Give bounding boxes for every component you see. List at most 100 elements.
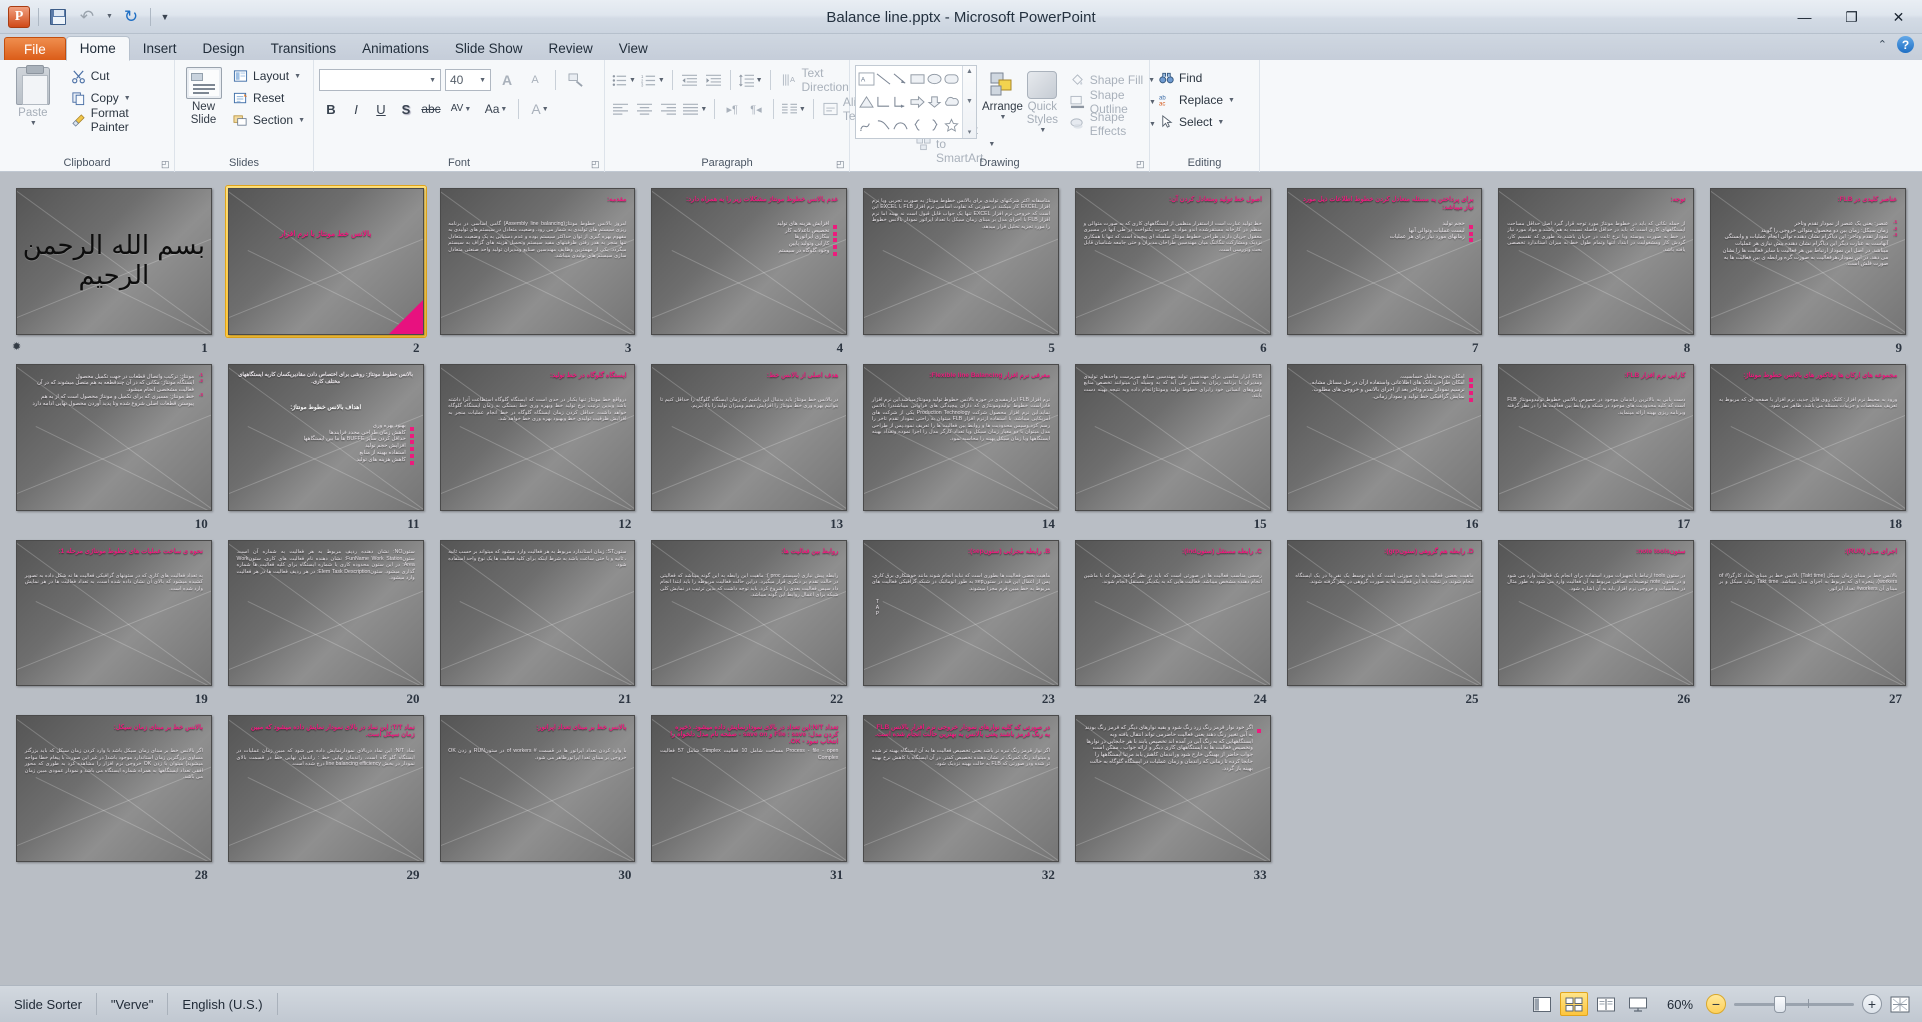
- tab-file[interactable]: File: [4, 37, 66, 61]
- character-spacing-button[interactable]: AV ▼: [444, 98, 478, 120]
- zoom-in-button[interactable]: +: [1862, 994, 1882, 1014]
- slide-preview[interactable]: بالانس خط مونتاژ با نرم افزار: [227, 188, 424, 335]
- shape-cloud-icon[interactable]: [943, 91, 960, 114]
- slide-thumbnail-frame[interactable]: عدم بالانس خطوط مونتاژ مشکلات زیر را به …: [649, 186, 849, 337]
- slide-thumbnail-frame[interactable]: بسم الله الرحمن الرحیم: [14, 186, 214, 337]
- tab-insert[interactable]: Insert: [130, 36, 190, 61]
- slide-preview[interactable]: هدف اصلی از بالانس خط: در بالانس خط مونتا…: [651, 363, 848, 511]
- find-button[interactable]: Find: [1155, 67, 1238, 89]
- slide-preview[interactable]: مجموعه های ارکان ها وفاکتور های بالانس خ…: [1710, 363, 1906, 511]
- slide-thumbnail-28[interactable]: بالانس خط بر مبنای زمان سیکل: اگر بالانس …: [8, 709, 220, 885]
- zoom-out-button[interactable]: −: [1706, 994, 1726, 1014]
- slide-thumbnail-frame[interactable]: بالانس خطوط مونتاژ: روشی برای اختصاص داد…: [226, 362, 426, 513]
- slide-preview[interactable]: توجه: از جمله نکاتی که باید در خطوط مونتا…: [1498, 188, 1695, 335]
- slide-thumbnail-24[interactable]: C. رابطه مستقل (ستونind): رسمی مناسب فعال…: [1067, 534, 1279, 710]
- slide-thumbnail-frame[interactable]: توجه: از جمله نکاتی که باید در خطوط مونتا…: [1496, 186, 1696, 337]
- slide-thumbnail-frame[interactable]: ستونNO: نشان دهنده ردیف مربوط به هر فعال…: [226, 538, 426, 689]
- slide-thumbnail-18[interactable]: مجموعه های ارکان ها وفاکتور های بالانس خ…: [1702, 358, 1914, 534]
- slide-preview[interactable]: اصول خط تولید ومتعادل کردن آن: خط تولید ع…: [1074, 188, 1271, 335]
- slide-thumbnail-32[interactable]: در صورتی که کلیه نوارهای نمودار خروجی نر…: [855, 709, 1067, 885]
- slide-thumbnail-frame[interactable]: ایستگاه گلوگاه در خط تولید: درواقع خط مون…: [438, 362, 638, 513]
- shape-star-icon[interactable]: [943, 113, 960, 136]
- slide-thumbnail-frame[interactable]: مجموعه های ارکان ها وفاکتور های بالانس خ…: [1708, 362, 1908, 513]
- text-shadow-button[interactable]: S: [394, 98, 418, 120]
- slide-thumbnail-21[interactable]: ستونST: زمان استاندارد مربوط به هر فعالی…: [432, 534, 644, 710]
- slide-preview[interactable]: ستونST: زمان استاندارد مربوط به هر فعالی…: [439, 539, 636, 687]
- shape-freeform-icon[interactable]: [858, 113, 875, 136]
- slide-thumbnail-1[interactable]: بسم الله الرحمن الرحیم ✹ 1: [8, 182, 220, 358]
- shape-elbow-connector-icon[interactable]: [875, 91, 892, 114]
- slide-preview[interactable]: مقدمه: امروز بالانس خطوط مونتاژ(Assembly …: [439, 188, 636, 335]
- slide-thumbnail-10[interactable]: مونتاژ: ترکیب واتصال قطعات در جهت تکمیل …: [8, 358, 220, 534]
- underline-button[interactable]: U: [369, 98, 393, 120]
- slide-preview[interactable]: بالانس خط بر مبنای زمان سیکل: اگر بالانس …: [16, 715, 212, 863]
- slide-sorter-view-button[interactable]: [1560, 992, 1588, 1016]
- shape-elbow-arrow-icon[interactable]: [892, 91, 909, 114]
- strikethrough-button[interactable]: abc: [419, 98, 443, 120]
- slide-thumbnail-31[interactable]: تعداد N/T:این تعداد در بالای نمودارنمایش…: [643, 709, 855, 885]
- slide-thumbnail-11[interactable]: بالانس خطوط مونتاژ: روشی برای اختصاص داد…: [220, 358, 432, 534]
- slide-preview[interactable]: بالانس خطوط مونتاژ: روشی برای اختصاص داد…: [227, 363, 424, 511]
- slide-thumbnail-26[interactable]: ستونnote tools: در ستون tools ارتباط با ت…: [1490, 534, 1702, 710]
- slide-thumbnail-8[interactable]: توجه: از جمله نکاتی که باید در خطوط مونتا…: [1490, 182, 1702, 358]
- italic-button[interactable]: I: [344, 98, 368, 120]
- slide-preview[interactable]: D. رابطه هم گروهی (ستونgrp): ماهیت بعضی ف…: [1286, 539, 1483, 687]
- slide-preview[interactable]: بسم الله الرحمن الرحیم: [16, 188, 212, 335]
- customize-qat-button[interactable]: ▼: [157, 5, 173, 29]
- align-center-button[interactable]: [634, 98, 656, 120]
- normal-view-button[interactable]: [1528, 992, 1556, 1016]
- redo-button[interactable]: ↻: [118, 5, 144, 29]
- replace-button[interactable]: ab ac Replace ▼: [1155, 89, 1238, 111]
- shape-right-arrow-icon[interactable]: [909, 91, 926, 114]
- slide-thumbnail-14[interactable]: معرفی نرم افزار Flexible line Balancing:…: [855, 358, 1067, 534]
- slide-thumbnail-frame[interactable]: C. رابطه مستقل (ستونind): رسمی مناسب فعال…: [1073, 538, 1273, 689]
- slide-show-view-button[interactable]: [1624, 992, 1652, 1016]
- slide-thumbnail-17[interactable]: کارایی نرم افزار FLB: دست یابی به بالاتری…: [1490, 358, 1702, 534]
- slide-thumbnail-frame[interactable]: تعداد N/T:این تعداد در بالای نمودارنمایش…: [649, 713, 849, 864]
- language-label[interactable]: English (U.S.): [168, 993, 278, 1015]
- slide-sorter-pane[interactable]: بسم الله الرحمن الرحیم ✹ 1 بالانس خط مونتاژ…: [0, 172, 1922, 985]
- rtl-direction-button[interactable]: ¶◂: [745, 98, 767, 120]
- shapes-gallery[interactable]: A ▲ ▼ ▾: [855, 65, 977, 139]
- align-left-button[interactable]: [610, 98, 632, 120]
- slide-thumbnail-frame[interactable]: D. رابطه هم گروهی (ستونgrp): ماهیت بعضی ف…: [1285, 538, 1485, 689]
- slide-thumbnail-2[interactable]: بالانس خط مونتاژ با نرم افزار 2: [220, 182, 432, 358]
- quick-styles-button[interactable]: Quick Styles ▼: [1023, 67, 1062, 135]
- decrease-indent-button[interactable]: [679, 69, 701, 91]
- tab-review[interactable]: Review: [535, 36, 605, 61]
- format-painter-button[interactable]: Format Painter: [67, 106, 169, 134]
- bullets-button[interactable]: ▼: [610, 69, 637, 91]
- restore-button[interactable]: ❐: [1828, 0, 1875, 34]
- slide-thumbnail-6[interactable]: اصول خط تولید ومتعادل کردن آن: خط تولید ع…: [1067, 182, 1279, 358]
- slide-preview[interactable]: تعداد N/T:این تعداد در بالای نمودارنمایش…: [651, 715, 848, 863]
- slide-thumbnail-12[interactable]: ایستگاه گلوگاه در خط تولید: درواقع خط مون…: [432, 358, 644, 534]
- slide-thumbnail-frame[interactable]: مونتاژ: ترکیب واتصال قطعات در جهت تکمیل …: [14, 362, 214, 513]
- clear-formatting-button[interactable]: [564, 69, 588, 91]
- slide-preview[interactable]: مونتاژ: ترکیب واتصال قطعات در جهت تکمیل …: [16, 363, 212, 511]
- slide-thumbnail-23[interactable]: B. رابطه مجزایی (ستونsep): ماهیت بعضی فعا…: [855, 534, 1067, 710]
- slide-thumbnail-4[interactable]: عدم بالانس خطوط مونتاژ مشکلات زیر را به …: [643, 182, 855, 358]
- slide-thumbnail-19[interactable]: نحوه ی ساخت عملیات های خطوط مونتاژی مرحل…: [8, 534, 220, 710]
- slide-thumbnail-frame[interactable]: کارایی نرم افزار FLB: دست یابی به بالاتری…: [1496, 362, 1696, 513]
- slide-thumbnail-16[interactable]: امکان تجزیه تحلیل حساسیت. امکان طراحی بان…: [1279, 358, 1491, 534]
- shapes-gallery-scrollbar[interactable]: ▲ ▼ ▾: [962, 66, 976, 138]
- reset-button[interactable]: Reset: [229, 87, 308, 109]
- slide-thumbnail-frame[interactable]: اگر خود نوار قرمز رنگ زرد رنگ شود و بقیه…: [1073, 713, 1273, 864]
- chevron-up-icon[interactable]: ⌃: [1878, 38, 1887, 51]
- font-dialog-launcher[interactable]: ◰: [591, 159, 601, 169]
- slide-thumbnail-9[interactable]: عناصر کلیدی در FLB: عنصر: یعنی یک عنصر از…: [1702, 182, 1914, 358]
- slide-preview[interactable]: اگر خود نوار قرمز رنگ زرد رنگ شود و بقیه…: [1074, 715, 1271, 863]
- layout-button[interactable]: Layout ▼: [229, 65, 308, 87]
- slide-thumbnail-frame[interactable]: متاسفانه اکثر شرکتهای تولیدی برای بالانس…: [861, 186, 1061, 337]
- slide-thumbnail-3[interactable]: مقدمه: امروز بالانس خطوط مونتاژ(Assembly …: [432, 182, 644, 358]
- slide-preview[interactable]: بالانس خط بر مبنای تعداد اپراتور: با وارد…: [439, 715, 636, 863]
- slide-preview[interactable]: ستونnote tools: در ستون tools ارتباط با ت…: [1498, 539, 1695, 687]
- slide-thumbnail-frame[interactable]: برای پرداختن به مسئله متعادل کردن خطوط ا…: [1285, 186, 1485, 337]
- slide-thumbnail-13[interactable]: هدف اصلی از بالانس خط: در بالانس خط مونتا…: [643, 358, 855, 534]
- slide-thumbnail-frame[interactable]: B. رابطه مجزایی (ستونsep): ماهیت بعضی فعا…: [861, 538, 1061, 689]
- arrange-button[interactable]: Arrange ▼: [982, 67, 1023, 135]
- slide-thumbnail-frame[interactable]: نحوه ی ساخت عملیات های خطوط مونتاژی مرحل…: [14, 538, 214, 689]
- fit-slide-to-window-button[interactable]: [1888, 993, 1912, 1015]
- columns-button[interactable]: ▼: [780, 98, 807, 120]
- select-button[interactable]: Select ▼: [1155, 111, 1238, 133]
